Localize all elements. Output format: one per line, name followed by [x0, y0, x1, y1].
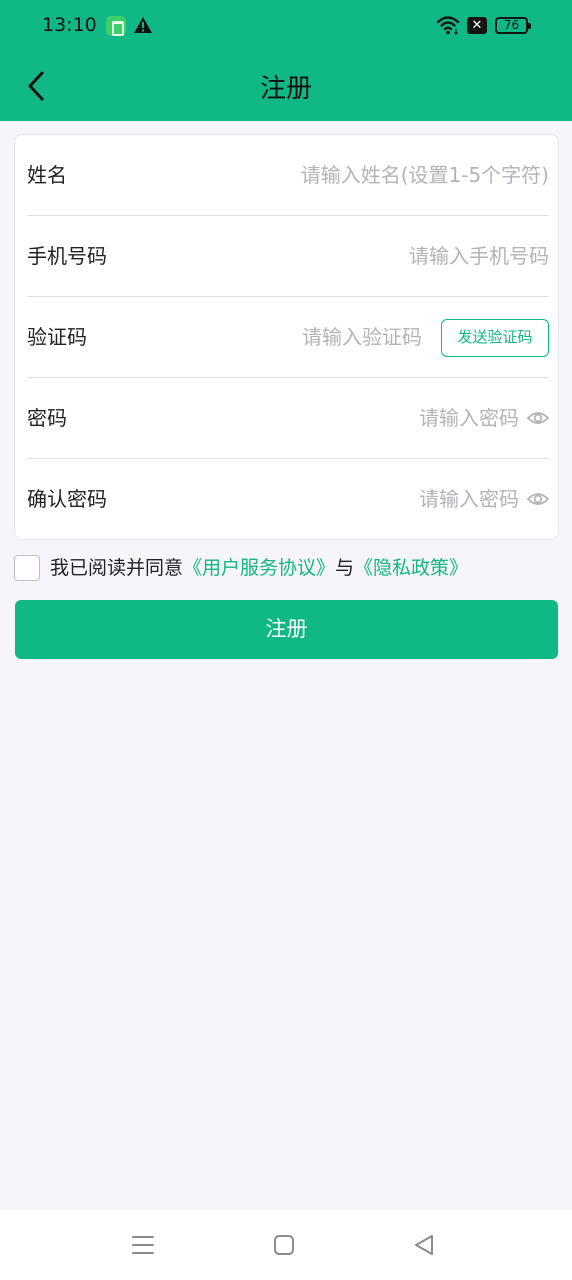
back-icon[interactable]: [411, 1232, 437, 1258]
eye-icon[interactable]: [527, 488, 549, 510]
agreement-conjunction: 与: [335, 557, 355, 579]
agreement-row: 我已阅读并同意《用户服务协议》与《隐私政策》: [14, 554, 554, 582]
terms-link[interactable]: 《用户服务协议》: [183, 557, 335, 579]
code-row: 验证码 发送验证码: [27, 297, 549, 378]
menu-icon[interactable]: [130, 1232, 156, 1258]
eye-icon[interactable]: [527, 407, 549, 429]
phone-label: 手机号码: [27, 244, 107, 268]
no-sim-icon: ✕: [467, 17, 487, 34]
privacy-link[interactable]: 《隐私政策》: [354, 557, 468, 579]
code-input[interactable]: [202, 317, 422, 357]
phone-input[interactable]: [249, 236, 549, 276]
register-screen: 13:10 ✕ 76 注册 姓名 请输入姓名(设置1-5个字符) 手机号码 请输…: [0, 0, 572, 1280]
agreement-text: 我已阅读并同意《用户服务协议》与《隐私政策》: [50, 554, 468, 582]
name-input[interactable]: [219, 155, 549, 195]
name-label: 姓名: [27, 163, 67, 187]
password-label: 密码: [27, 406, 67, 430]
system-nav-bar: [0, 1210, 572, 1280]
password-input[interactable]: [299, 398, 519, 438]
confirm-password-input[interactable]: [299, 479, 519, 519]
register-button[interactable]: 注册: [15, 600, 558, 659]
password-row: 密码: [27, 378, 549, 459]
wifi-icon: [436, 16, 460, 35]
home-icon[interactable]: [271, 1232, 297, 1258]
register-form: 姓名 手机号码 验证码 发送验证码 密码 确认密码: [14, 134, 559, 540]
page-title: 注册: [259, 74, 312, 104]
phone-row: 手机号码: [27, 216, 549, 297]
app-header: 13:10 ✕ 76 注册: [0, 0, 572, 121]
status-bar: 13:10 ✕ 76: [0, 0, 572, 52]
status-time: 13:10: [42, 14, 97, 36]
app-badge-icon: [106, 16, 126, 36]
name-row: 姓名: [27, 135, 549, 216]
alert-icon: [134, 17, 152, 33]
battery-icon: 76: [495, 17, 531, 34]
agreement-prefix: 我已阅读并同意: [50, 557, 184, 579]
confirm-password-row: 确认密码: [27, 459, 549, 540]
agree-checkbox[interactable]: [14, 555, 40, 581]
confirm-password-label: 确认密码: [27, 487, 107, 511]
send-code-button[interactable]: 发送验证码: [441, 319, 549, 357]
code-label: 验证码: [27, 325, 87, 349]
